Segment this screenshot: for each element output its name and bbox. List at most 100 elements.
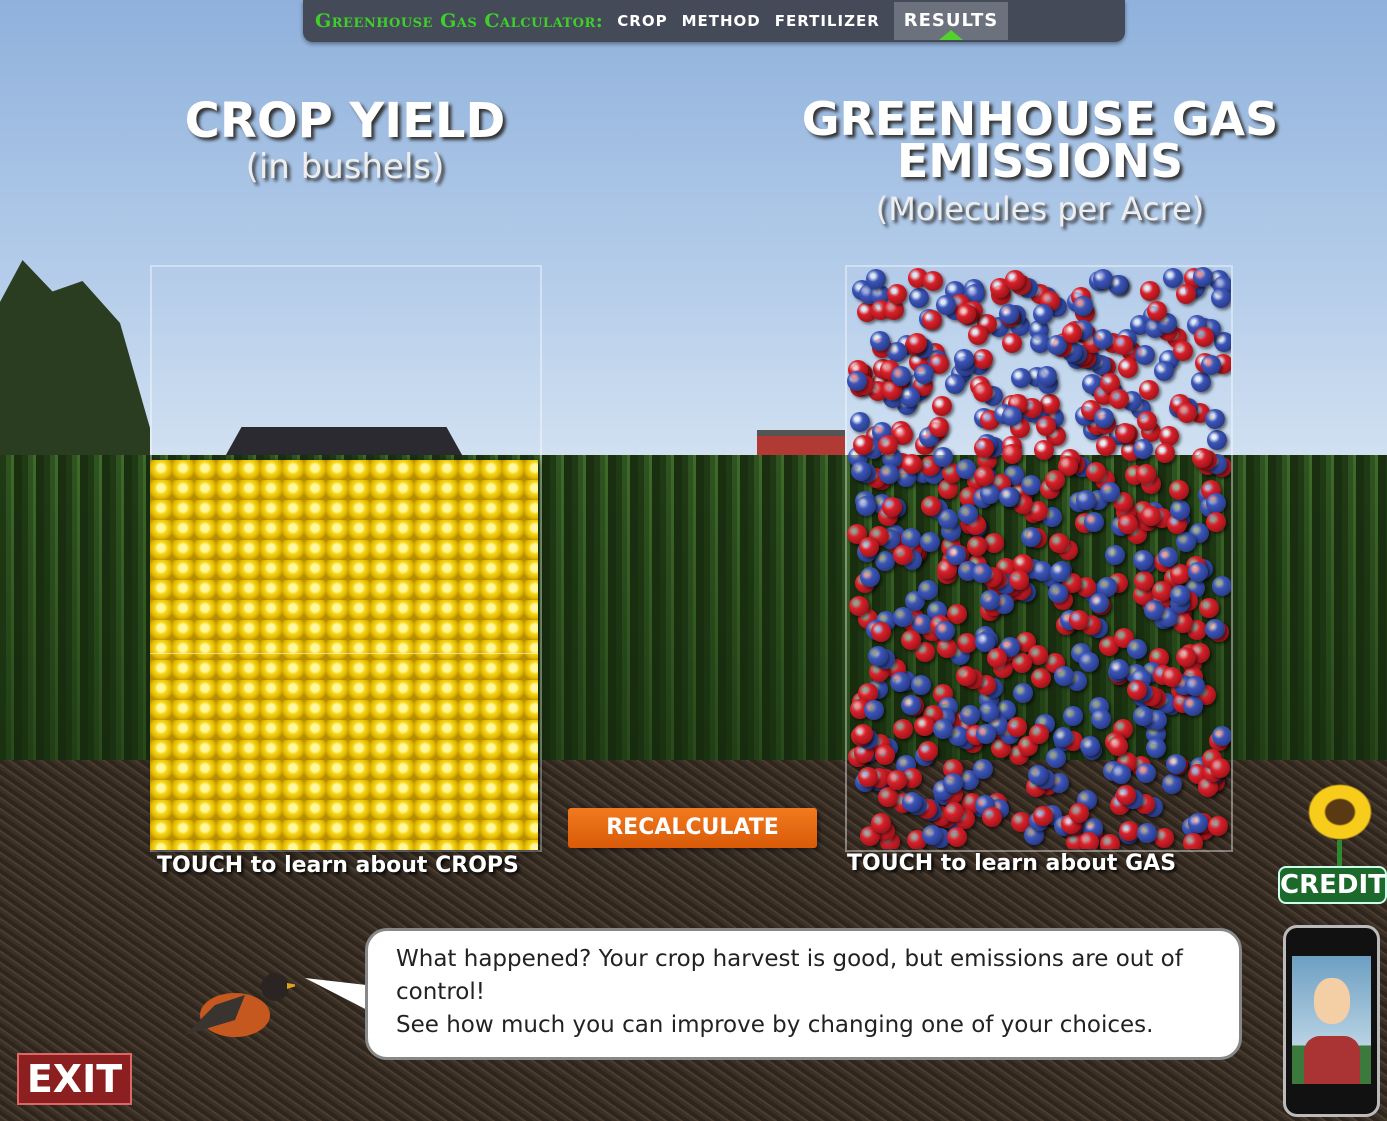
molecule: [1032, 805, 1053, 826]
molecule: [1045, 747, 1066, 768]
molecule: [1205, 512, 1226, 533]
molecule: [1002, 332, 1023, 353]
exit-button[interactable]: EXIT: [17, 1053, 132, 1105]
molecule: [936, 294, 957, 315]
molecule: [1031, 560, 1052, 581]
molecule: [1205, 408, 1226, 429]
molecule: [918, 579, 939, 600]
molecule: [848, 596, 869, 617]
molecule: [981, 807, 1002, 828]
molecule: [1212, 726, 1231, 747]
molecule: [874, 745, 895, 766]
molecule: [860, 566, 881, 587]
molecule: [867, 646, 888, 667]
molecule: [1061, 322, 1082, 343]
molecule: [1175, 647, 1196, 667]
molecule: [1132, 550, 1153, 571]
molecule: [943, 772, 964, 793]
molecule: [1090, 709, 1111, 730]
molecule: [1146, 737, 1167, 758]
molecule: [936, 638, 957, 659]
recalculate-button[interactable]: RECALCULATE: [568, 808, 817, 848]
molecule: [910, 674, 931, 695]
molecule: [1104, 544, 1125, 565]
molecule: [958, 503, 979, 524]
phone-advisor-button[interactable]: [1283, 925, 1380, 1117]
molecule: [975, 723, 996, 744]
molecule: [1134, 344, 1155, 365]
molecule: [972, 758, 993, 779]
molecule: [1093, 268, 1114, 289]
molecule: [956, 632, 977, 653]
speech-bubble: What happened? Your crop harvest is good…: [365, 928, 1242, 1060]
molecule: [923, 271, 943, 291]
tab-crop[interactable]: CROP: [617, 12, 667, 30]
molecule: [1168, 479, 1189, 500]
molecule: [980, 483, 1001, 504]
message-line1: What happened? Your crop harvest is good…: [396, 946, 1183, 1005]
molecule: [1085, 462, 1106, 482]
molecule: [1011, 653, 1032, 674]
tab-results[interactable]: RESULTS: [893, 2, 1009, 40]
crops-caption[interactable]: TOUCH to learn about CROPS: [157, 853, 519, 878]
crop-yield-title: CROP YIELD: [184, 93, 506, 149]
molecule: [886, 341, 907, 362]
molecule: [1112, 334, 1133, 355]
molecule: [937, 509, 958, 530]
molecule: [1199, 598, 1220, 619]
molecule: [1078, 832, 1099, 849]
molecule: [901, 694, 922, 715]
molecule: [865, 268, 886, 289]
emissions-molecules[interactable]: [847, 267, 1231, 849]
tab-method[interactable]: METHOD: [682, 12, 761, 30]
molecule: [1109, 388, 1130, 409]
molecule: [1143, 600, 1164, 621]
molecule: [878, 464, 899, 485]
molecule: [1190, 372, 1211, 393]
molecule: [1183, 696, 1204, 717]
molecule: [1135, 463, 1156, 484]
molecule: [973, 466, 994, 487]
crop-yield-heading: CROP YIELD (in bushels): [150, 95, 540, 187]
molecule: [953, 348, 974, 369]
emissions-heading: GREENHOUSE GAS EMISSIONS (Molecules per …: [790, 96, 1290, 228]
gas-caption[interactable]: TOUCH to learn about GAS: [847, 851, 1176, 876]
molecule: [1138, 379, 1159, 400]
molecule: [1132, 438, 1153, 459]
crop-yield-fill[interactable]: [150, 460, 538, 850]
molecule: [947, 603, 968, 624]
molecule: [921, 495, 942, 516]
tab-fertilizer[interactable]: FERTILIZER: [775, 12, 880, 30]
molecule: [1172, 340, 1193, 361]
molecule: [871, 622, 892, 643]
emissions-title-line2: EMISSIONS: [896, 134, 1184, 188]
molecule: [893, 544, 914, 565]
molecule: [972, 562, 993, 583]
molecule: [1108, 735, 1129, 756]
molecule: [1188, 562, 1209, 583]
molecule: [972, 349, 993, 370]
molecule: [891, 366, 912, 387]
molecule: [1073, 295, 1094, 316]
molecule: [1028, 723, 1049, 744]
sunflower-icon: [1300, 777, 1380, 847]
molecule: [1068, 609, 1089, 630]
molecule: [1139, 280, 1160, 301]
crop-yield-subtitle: (in bushels): [245, 147, 445, 187]
molecule: [1136, 763, 1157, 784]
molecule: [877, 434, 898, 455]
molecule: [914, 715, 935, 736]
top-nav: Greenhouse Gas Calculator: CROP METHOD F…: [303, 0, 1125, 42]
molecule: [955, 459, 976, 480]
molecule: [900, 629, 921, 650]
molecule: [893, 719, 914, 740]
molecule: [967, 535, 988, 556]
molecule: [1052, 726, 1073, 747]
molecule: [1151, 581, 1172, 602]
molecule: [1096, 435, 1117, 456]
molecule: [1012, 682, 1033, 703]
molecule: [856, 495, 877, 516]
molecule: [1136, 411, 1157, 432]
molecule: [1192, 447, 1213, 468]
credits-button[interactable]: CREDITS: [1278, 866, 1387, 904]
